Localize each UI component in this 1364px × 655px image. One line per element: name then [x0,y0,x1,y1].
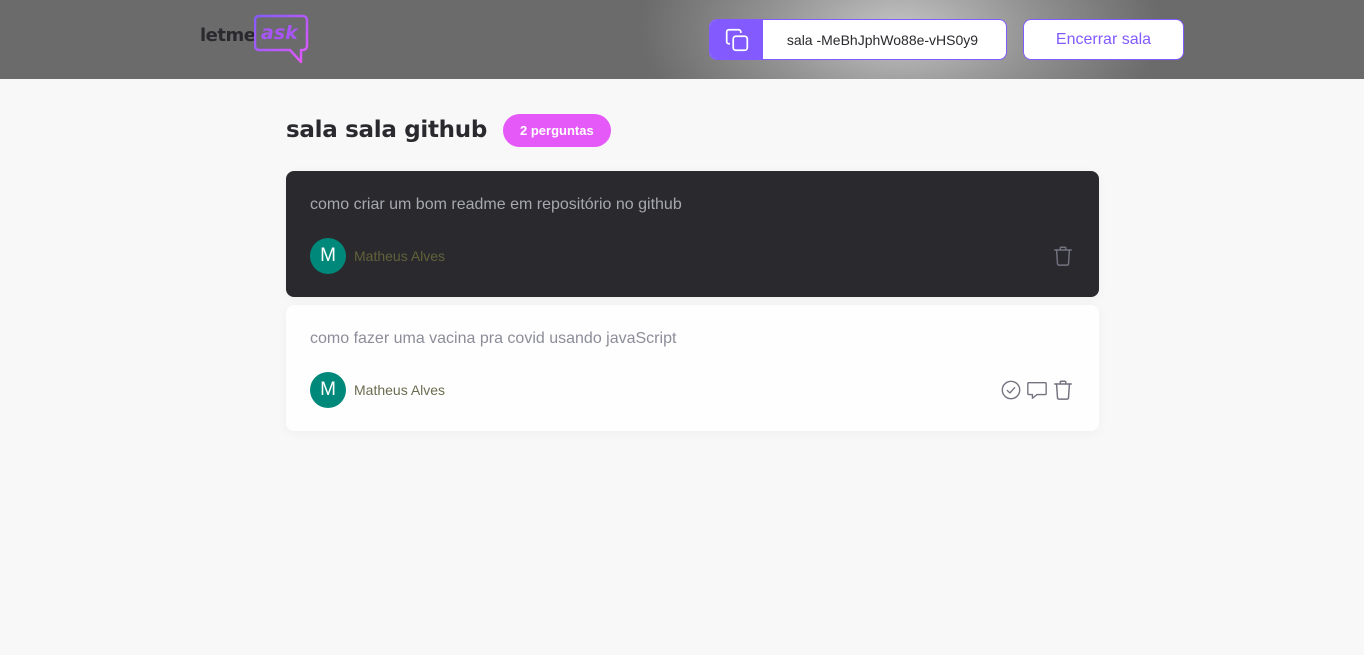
question-footer: M Matheus Alves [310,372,1075,408]
main-content: sala sala github 2 perguntas como criar … [286,111,1099,431]
room-code-text: sala -MeBhJphWo88e-vHS0y9 [786,31,979,48]
close-room-button[interactable]: Encerrar sala [1023,19,1184,60]
copy-icon[interactable] [710,20,763,59]
question-text: como criar um bom readme em repositório … [310,196,682,213]
author-name: Matheus Alves [354,382,446,398]
question-card: como fazer uma vacina pra covid usando j… [286,305,1099,431]
question-footer: M Matheus Alves [310,238,1075,274]
question-count-badge: 2 perguntas [503,113,611,147]
logo-ask-text: ask [261,22,298,44]
trash-icon[interactable] [1051,244,1075,268]
room-title-row: sala sala github 2 perguntas [286,111,1099,149]
question-author: M Matheus Alves [310,372,445,408]
question-card-highlighted: como criar um bom readme em repositório … [286,171,1099,297]
question-text: como fazer uma vacina pra covid usando j… [310,330,677,347]
trash-icon[interactable] [1051,378,1075,402]
check-circle-icon[interactable] [999,378,1023,402]
letmeask-logo[interactable]: letme ask [200,13,310,65]
question-actions [1051,244,1075,268]
avatar: M [310,238,346,274]
page-title: sala sala github [286,117,487,143]
message-icon[interactable] [1025,378,1049,402]
app-header: letme ask sala -MeBhJphWo88e-vHS0y9 Ence… [0,0,1364,79]
question-author: M Matheus Alves [310,238,445,274]
logo-letme-text: letme [200,25,256,46]
author-name: Matheus Alves [354,248,446,264]
question-actions [999,378,1075,402]
room-code-button[interactable]: sala -MeBhJphWo88e-vHS0y9 [709,19,1007,60]
avatar: M [310,372,346,408]
